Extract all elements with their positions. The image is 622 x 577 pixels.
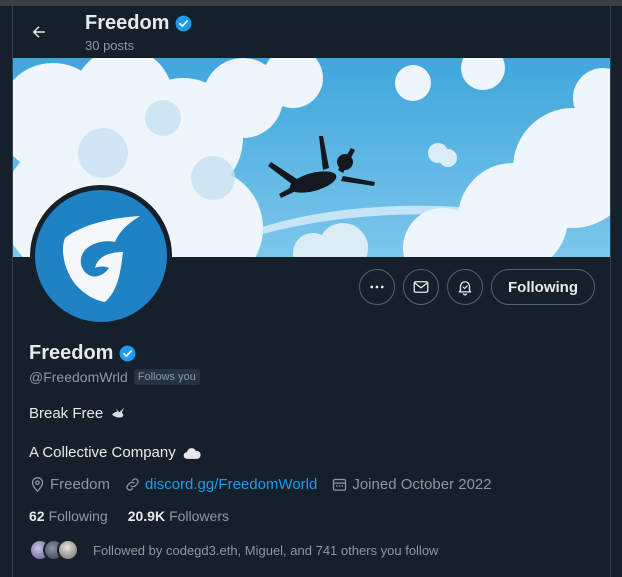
- dove-emoji-icon: [112, 407, 125, 418]
- bio-text-1: Break Free: [29, 404, 104, 422]
- mutual-avatar: [57, 539, 79, 561]
- followers-count-link[interactable]: 20.9K Followers: [128, 508, 229, 524]
- location-pin-icon: [31, 477, 44, 493]
- bell-icon: [458, 281, 472, 296]
- website-link[interactable]: discord.gg/FreedomWorld: [145, 476, 317, 493]
- header-title-text: Freedom: [85, 12, 170, 34]
- followers-label: Followers: [169, 508, 229, 524]
- following-count: 62: [29, 508, 45, 524]
- website-item[interactable]: discord.gg/FreedomWorld: [124, 476, 317, 493]
- joined-item: Joined October 2022: [331, 476, 492, 493]
- location-item: Freedom: [29, 476, 110, 493]
- following-count-link[interactable]: 62 Following: [29, 508, 108, 524]
- follows-you-badge: Follows you: [133, 369, 200, 385]
- following-button[interactable]: Following: [491, 269, 595, 305]
- posts-count: 30 posts: [85, 38, 135, 53]
- window-top-strip: [0, 0, 622, 6]
- column-border-right: [610, 6, 611, 577]
- more-horizontal-icon: [370, 285, 384, 289]
- bio-line-2: A Collective Company: [29, 444, 202, 461]
- followed-by-text: Followed by codegd3.eth, Miguel, and 741…: [93, 542, 439, 558]
- profile-handle: @FreedomWrld: [29, 369, 128, 385]
- envelope-icon: [413, 281, 429, 293]
- calendar-icon: [333, 478, 347, 491]
- location-text: Freedom: [50, 476, 111, 493]
- followers-count: 20.9K: [127, 508, 166, 524]
- profile-name: Freedom: [29, 342, 137, 365]
- profile-name-text: Freedom: [29, 342, 114, 364]
- cloud-emoji-icon: [183, 447, 201, 459]
- followed-by-row[interactable]: Followed by codegd3.eth, Miguel, and 741…: [29, 539, 438, 561]
- avatar-image: [35, 190, 167, 322]
- profile-handle-row: @FreedomWrld Follows you: [29, 369, 200, 385]
- verified-badge-icon[interactable]: [118, 344, 137, 363]
- freedom-logo-icon: [62, 216, 141, 302]
- header-title: Freedom: [85, 12, 193, 35]
- link-icon: [126, 478, 139, 491]
- arrow-left-icon: [32, 26, 45, 38]
- bio-text-2: A Collective Company: [29, 444, 176, 461]
- joined-text: Joined October 2022: [352, 476, 492, 493]
- profile-avatar[interactable]: [30, 185, 172, 327]
- message-button[interactable]: [403, 269, 439, 305]
- more-options-button[interactable]: [359, 269, 395, 305]
- follow-counts: 62 Following 20.9K Followers: [29, 508, 229, 524]
- following-label: Following: [48, 508, 108, 524]
- profile-meta-row: Freedom discord.gg/FreedomWorld Joined O…: [29, 476, 506, 493]
- back-button[interactable]: [24, 17, 54, 47]
- mutual-avatars: [29, 539, 79, 561]
- bio-line-1: Break Free: [29, 404, 127, 422]
- notifications-button[interactable]: [447, 269, 483, 305]
- verified-badge-icon: [176, 15, 192, 32]
